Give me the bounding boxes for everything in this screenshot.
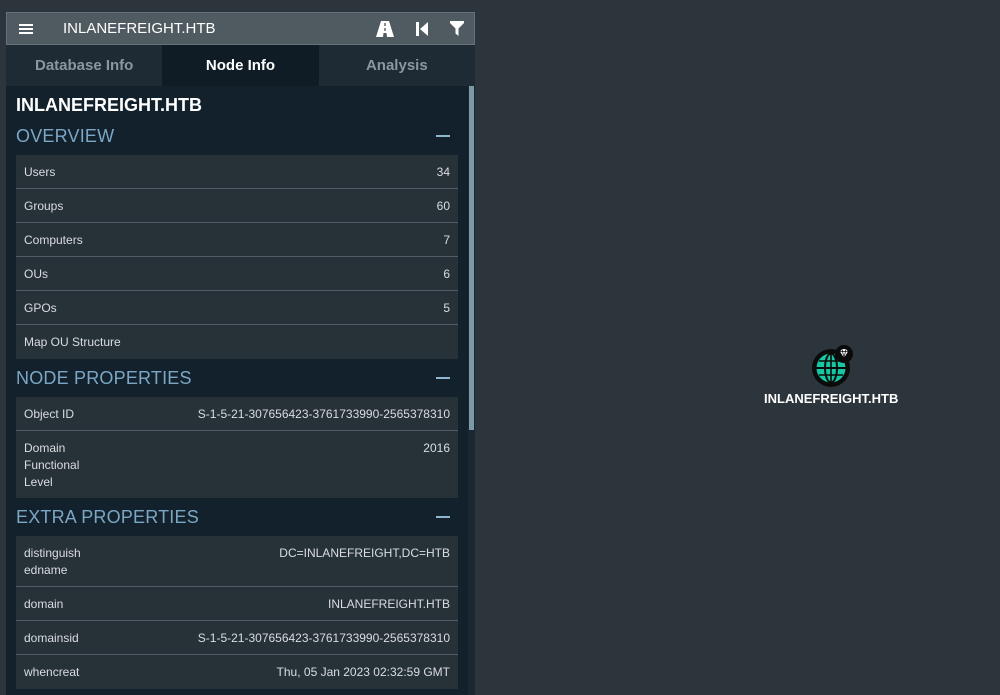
row-value: 7 (443, 232, 450, 247)
row-label: domain (24, 596, 64, 611)
property-row-domainsid: domainsid S-1-5-21-307656423-3761733990-… (16, 621, 458, 655)
search-input[interactable]: INLANEFREIGHT.HTB (63, 20, 216, 37)
row-value: S-1-5-21-307656423-3761733990-2565378310 (197, 406, 450, 421)
row-label: domainsid (24, 630, 79, 645)
row-label: Domain Functional Level (24, 441, 80, 489)
panel-scrollbar[interactable] (468, 86, 475, 695)
tab-database-info[interactable]: Database Info (6, 45, 162, 86)
row-value: Thu, 05 Jan 2023 02:32:59 GMT (276, 665, 450, 679)
row-value: S-1-5-21-307656423-3761733990-2565378310 (197, 630, 450, 645)
filter-icon[interactable] (450, 21, 464, 36)
property-row-object-id: Object ID S-1-5-21-307656423-3761733990-… (16, 397, 458, 431)
collapse-icon[interactable] (436, 516, 450, 518)
overview-row-groups[interactable]: Groups 60 (16, 189, 458, 223)
row-value: 34 (436, 164, 450, 179)
property-row-domain: domain INLANEFREIGHT.HTB (16, 587, 458, 621)
row-label: Computers (24, 232, 83, 247)
row-label: Users (24, 164, 56, 179)
overview-table: Users 34 Groups 60 Computers 7 OUs 6 GPO… (16, 155, 458, 359)
row-label: GPOs (24, 300, 57, 315)
extra-properties-section-header[interactable]: EXTRA PROPERTIES (6, 498, 468, 536)
row-label: Object ID (24, 406, 75, 421)
overview-row-users[interactable]: Users 34 (16, 155, 458, 189)
row-value: DC=INLANEFREIGHT,DC=HTB (279, 546, 450, 560)
section-title: OVERVIEW (16, 125, 115, 146)
property-row-domain-functional-level: Domain Functional Level 2016 (16, 431, 458, 498)
row-label: Groups (24, 198, 64, 213)
row-label: OUs (24, 266, 48, 281)
section-title: EXTRA PROPERTIES (16, 506, 199, 527)
domain-node[interactable] (812, 345, 853, 387)
row-value: 2016 (423, 441, 450, 455)
node-properties-table: Object ID S-1-5-21-307656423-3761733990-… (16, 397, 458, 498)
overview-row-computers[interactable]: Computers 7 (16, 223, 458, 257)
diamond-icon (835, 345, 853, 363)
collapse-icon[interactable] (436, 135, 450, 137)
tab-analysis[interactable]: Analysis (319, 45, 475, 86)
scrollbar-thumb[interactable] (469, 86, 474, 430)
domain-node-label: INLANEFREIGHT.HTB (764, 391, 899, 406)
collapse-icon[interactable] (436, 377, 450, 379)
row-value: 5 (443, 300, 450, 315)
node-title: INLANEFREIGHT.HTB (16, 95, 202, 115)
section-title: NODE PROPERTIES (16, 367, 192, 388)
extra-properties-table: distinguishedname DC=INLANEFREIGHT,DC=HT… (16, 536, 458, 689)
row-value: 60 (436, 198, 450, 213)
tab-bar: Database Info Node Info Analysis (6, 45, 475, 86)
overview-row-ous[interactable]: OUs 6 (16, 257, 458, 291)
search-bar: INLANEFREIGHT.HTB (6, 12, 475, 45)
overview-row-gpos[interactable]: GPOs 5 (16, 291, 458, 325)
path-finding-icon[interactable] (376, 20, 394, 37)
property-row-whencreated: whencreat Thu, 05 Jan 2023 02:32:59 GMT (16, 655, 458, 689)
overview-row-map-ou-structure[interactable]: Map OU Structure (16, 325, 458, 359)
back-icon[interactable] (416, 21, 428, 36)
menu-icon[interactable] (19, 22, 33, 36)
node-info-panel: INLANEFREIGHT.HTB Database Info Node Inf… (6, 12, 475, 695)
overview-section-header[interactable]: OVERVIEW (6, 117, 468, 155)
node-info-content: INLANEFREIGHT.HTB OVERVIEW Users 34 Grou… (6, 86, 468, 695)
row-value: INLANEFREIGHT.HTB (327, 596, 450, 611)
row-value: 6 (443, 266, 450, 281)
row-label: Map OU Structure (24, 335, 121, 349)
tab-node-info[interactable]: Node Info (162, 45, 319, 86)
node-properties-section-header[interactable]: NODE PROPERTIES (6, 359, 468, 397)
property-row-distinguishedname: distinguishedname DC=INLANEFREIGHT,DC=HT… (16, 536, 458, 587)
row-label: whencreat (24, 665, 80, 679)
row-label: distinguishedname (24, 546, 81, 577)
